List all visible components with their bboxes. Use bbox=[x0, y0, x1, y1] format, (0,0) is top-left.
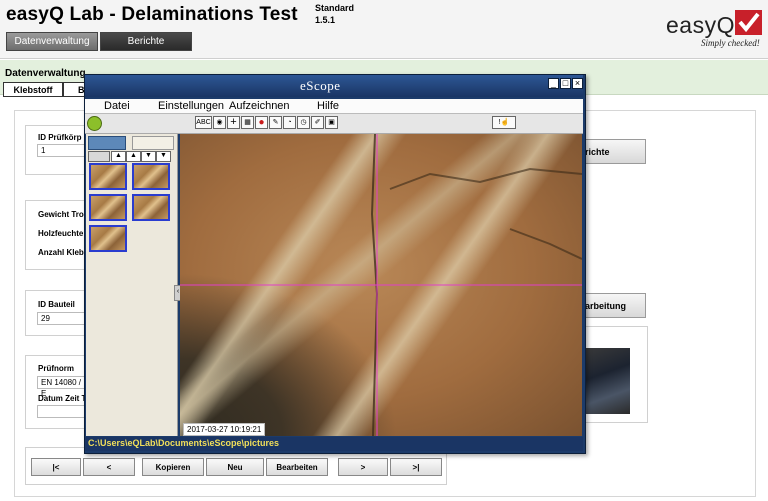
tab-klebstoff[interactable]: Klebstoff bbox=[3, 82, 63, 97]
next-record-button[interactable]: > bbox=[338, 458, 388, 476]
menu-einstellungen[interactable]: Einstellungen bbox=[158, 100, 224, 112]
kopieren-button[interactable]: Kopieren bbox=[142, 458, 204, 476]
logo-tagline: Simply checked! bbox=[701, 38, 760, 48]
berichte-button[interactable]: Berichte bbox=[100, 32, 192, 51]
minimize-icon[interactable]: _ bbox=[548, 78, 559, 89]
last-record-button[interactable]: >| bbox=[390, 458, 442, 476]
timer-icon[interactable]: ◔ bbox=[283, 116, 296, 129]
close-icon[interactable]: × bbox=[572, 78, 583, 89]
maximize-icon[interactable]: □ bbox=[560, 78, 571, 89]
help-cursor-icon[interactable]: !☝ bbox=[492, 116, 516, 129]
crosshair-icon[interactable]: + bbox=[227, 116, 240, 129]
pruefnorm-label: Prüfnorm bbox=[38, 364, 74, 373]
id-pruefkoerper-field[interactable]: 1 bbox=[37, 144, 85, 157]
record-icon[interactable]: ● bbox=[255, 116, 268, 129]
id-bauteil-field[interactable]: 29 bbox=[37, 312, 85, 325]
menu-hilfe[interactable]: Hilfe bbox=[317, 100, 339, 112]
image-icon[interactable]: ▦ bbox=[241, 116, 254, 129]
prev-record-button[interactable]: < bbox=[83, 458, 135, 476]
edition-label: Standard bbox=[315, 3, 355, 13]
text-overlay-icon[interactable]: ABC bbox=[195, 116, 212, 129]
toggle-panel-icon[interactable] bbox=[87, 116, 102, 131]
preview-image bbox=[582, 348, 630, 414]
holzfeuchte-label: Holzfeuchte bbox=[38, 229, 84, 238]
first-record-button[interactable]: |< bbox=[31, 458, 81, 476]
thumbnail[interactable] bbox=[89, 163, 127, 190]
version-label: 1.5.1 bbox=[315, 15, 336, 25]
logo: easyQ bbox=[666, 12, 735, 38]
anzahl-label: Anzahl Klebs bbox=[38, 248, 89, 257]
camera-icon[interactable]: ◉ bbox=[213, 116, 226, 129]
draw-icon[interactable]: ✎ bbox=[269, 116, 282, 129]
clock-icon[interactable]: ◷ bbox=[297, 116, 310, 129]
id-bauteil-label: ID Bauteil bbox=[38, 300, 75, 309]
save-path: C:\Users\eQLab\Documents\eScope\pictures bbox=[88, 438, 280, 448]
thumbnail[interactable] bbox=[132, 163, 170, 190]
pen-icon[interactable]: ✐ bbox=[311, 116, 324, 129]
bearbeiten-button[interactable]: Bearbeiten bbox=[266, 458, 328, 476]
bearbeitung-right-button[interactable]: arbeitung bbox=[576, 293, 646, 318]
tab-settings[interactable] bbox=[132, 136, 174, 150]
menu-aufzeichnen[interactable]: Aufzeichnen bbox=[229, 100, 290, 112]
timestamp-overlay: 2017-03-27 10:19:21 bbox=[183, 423, 266, 436]
tab-images[interactable] bbox=[88, 136, 126, 150]
save-icon[interactable]: ▣ bbox=[325, 116, 338, 129]
gewicht-label: Gewicht Troc bbox=[38, 210, 89, 219]
bottom-icon[interactable]: ▼ bbox=[156, 151, 171, 162]
thumbnail[interactable] bbox=[89, 194, 127, 221]
berichte-right-button[interactable]: richte bbox=[576, 139, 646, 164]
thumbnail[interactable] bbox=[89, 225, 127, 252]
datum-label: Datum Zeit T bbox=[38, 394, 87, 403]
top-icon[interactable]: ▲ bbox=[126, 151, 141, 162]
logo-check-icon bbox=[735, 10, 762, 35]
pruefnorm-field[interactable]: EN 14080 / E bbox=[37, 376, 85, 398]
thumb-toolbar-icon[interactable] bbox=[88, 151, 110, 162]
section-title: Datenverwaltung bbox=[5, 68, 86, 79]
menu-datei[interactable]: Datei bbox=[104, 100, 130, 112]
down-arrow-icon[interactable]: ▼ bbox=[141, 151, 156, 162]
app-title: easyQ Lab - Delaminations Test bbox=[6, 4, 298, 25]
live-camera-view[interactable] bbox=[180, 134, 582, 436]
escope-title: eScope bbox=[300, 78, 341, 93]
neu-button[interactable]: Neu bbox=[206, 458, 264, 476]
id-pruefkoerper-label: ID Prüfkörp bbox=[38, 133, 82, 142]
datum-field[interactable] bbox=[37, 405, 85, 418]
datenverwaltung-button[interactable]: Datenverwaltung bbox=[6, 32, 98, 51]
up-arrow-icon[interactable]: ▲ bbox=[111, 151, 126, 162]
thumbnail[interactable] bbox=[132, 194, 170, 221]
